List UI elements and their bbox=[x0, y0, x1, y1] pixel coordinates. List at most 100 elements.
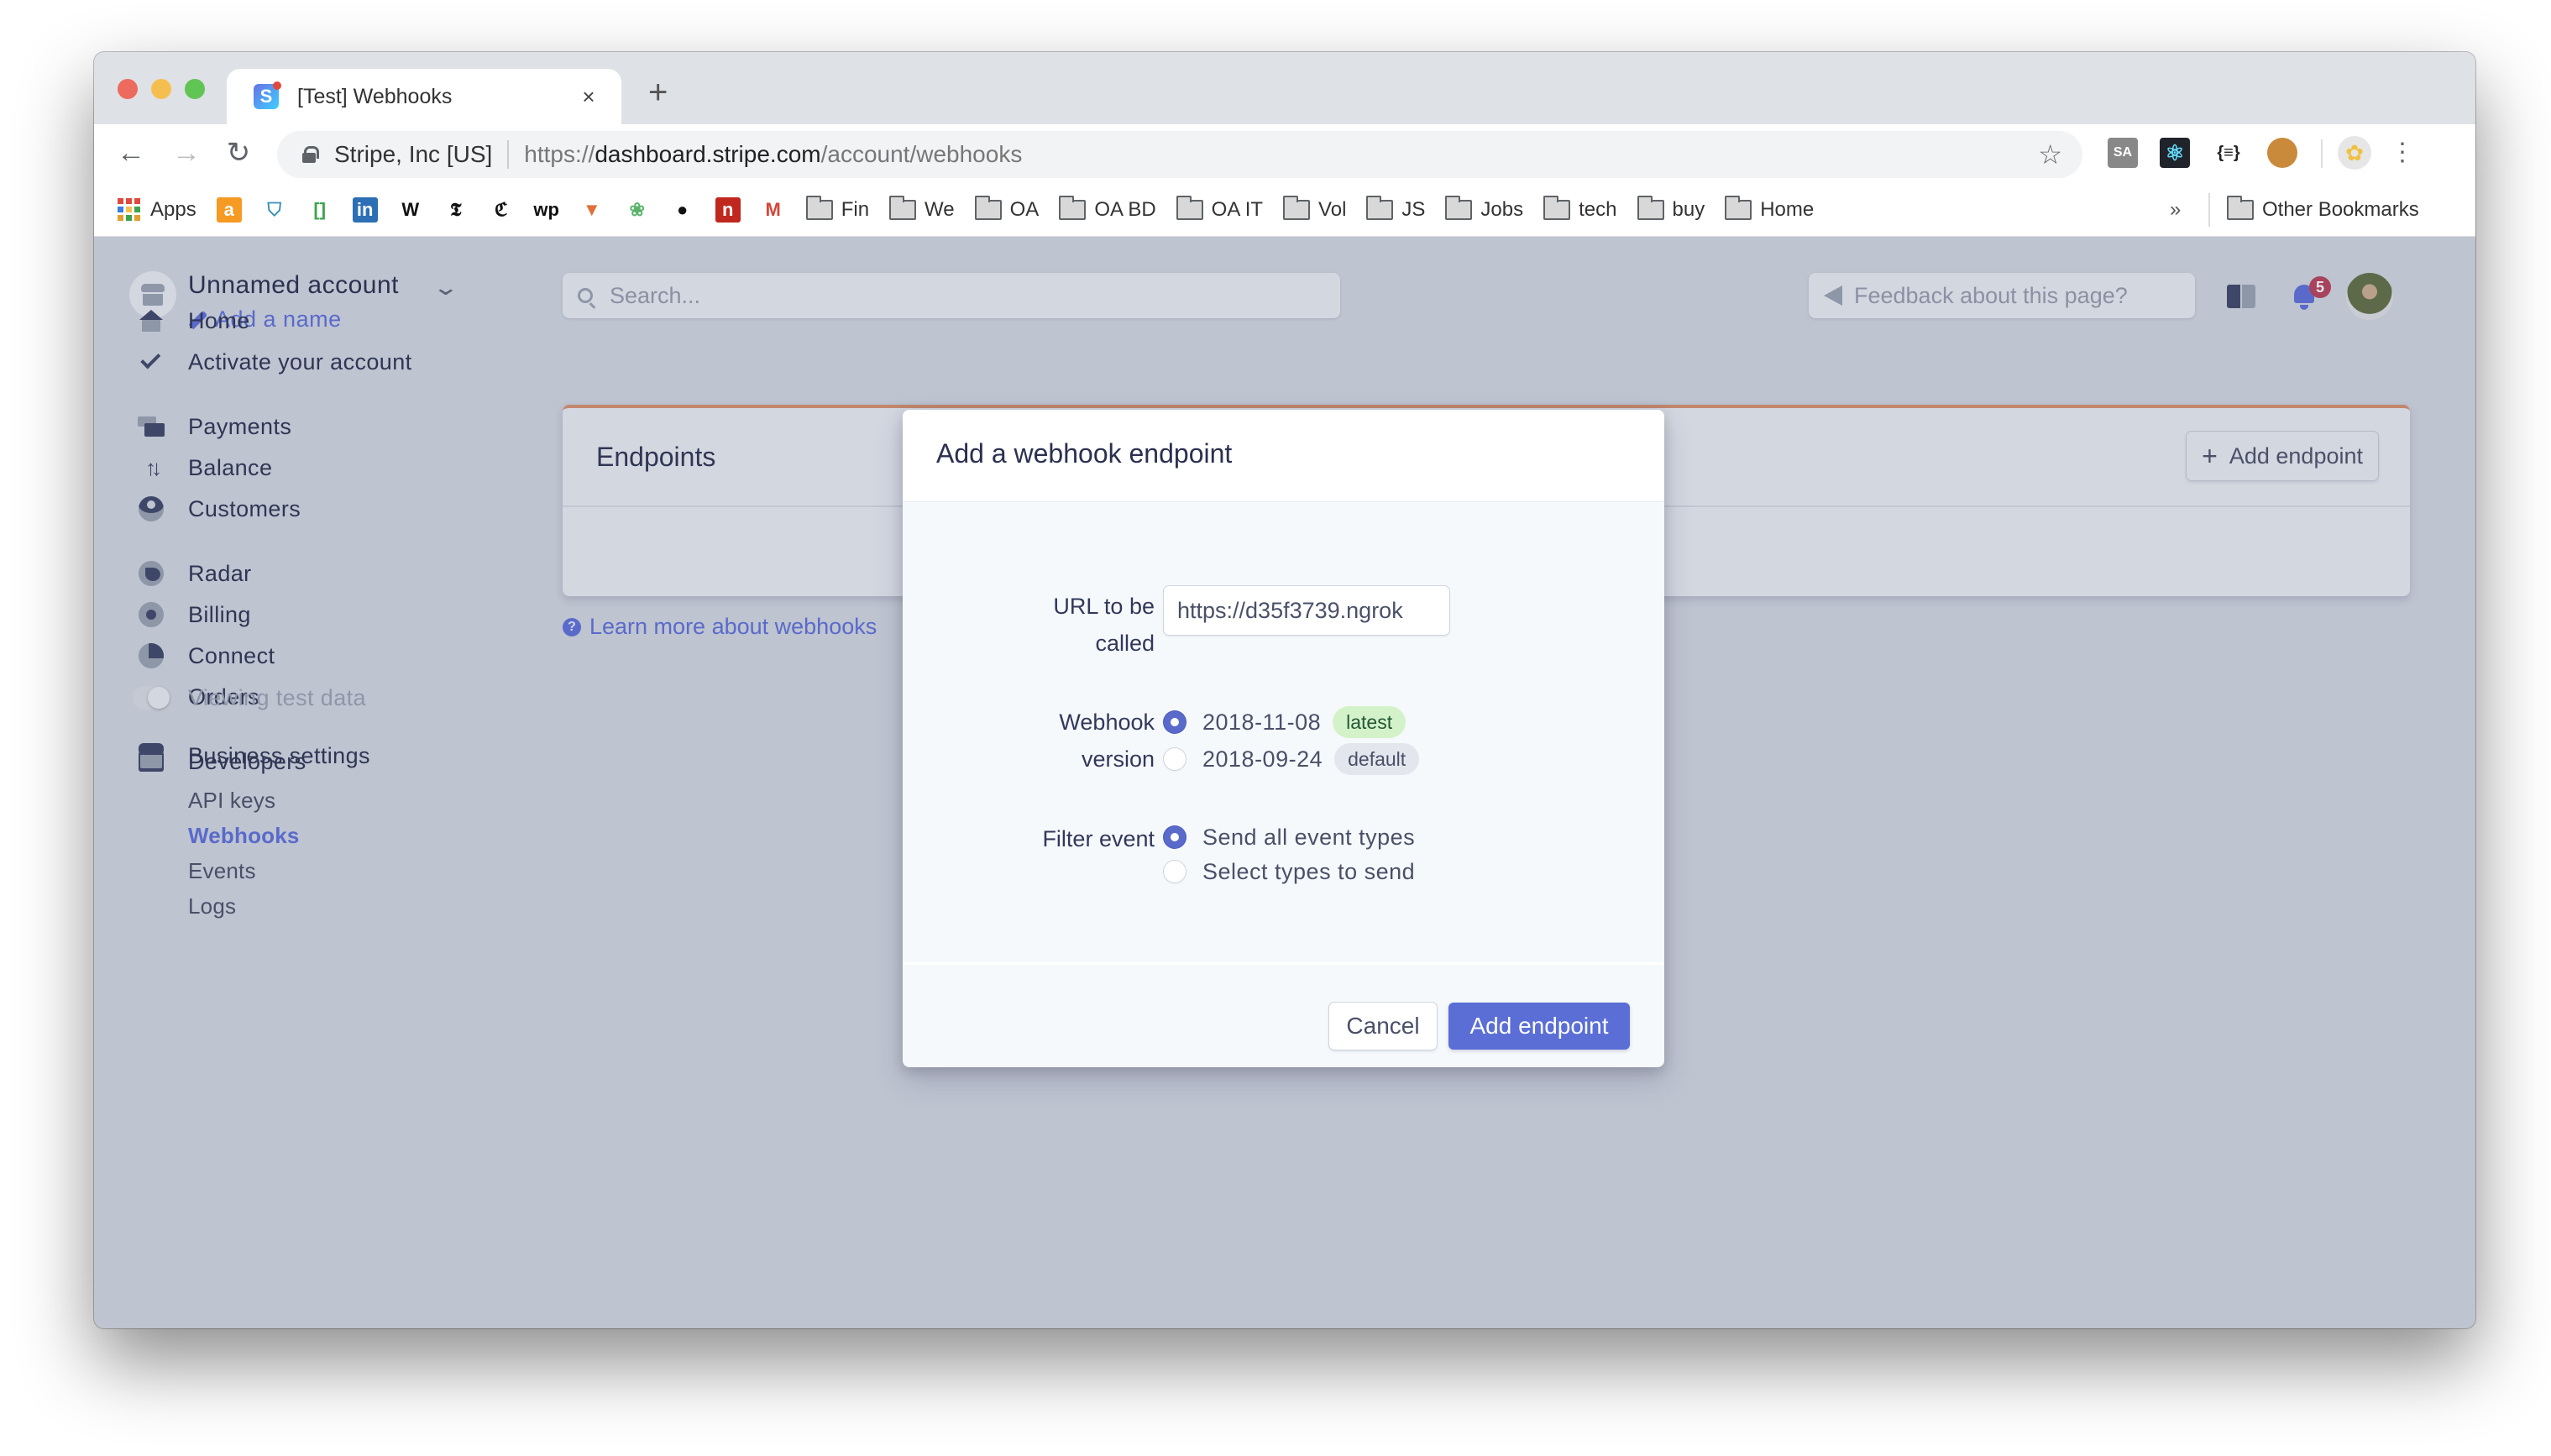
filter-radio-select[interactable] bbox=[1164, 861, 1186, 883]
bookmark-linkedin[interactable]: in bbox=[352, 196, 378, 223]
bookmark-apps[interactable]: Apps bbox=[118, 198, 196, 222]
version-option[interactable]: 2018-11-08 latest bbox=[1164, 705, 1406, 739]
bookmark-folder[interactable]: tech bbox=[1543, 195, 1617, 222]
bookmark-green-bracket[interactable]: [] bbox=[307, 197, 333, 223]
feedback-button[interactable]: Feedback about this page? bbox=[1809, 273, 2195, 318]
folder-icon bbox=[974, 195, 1002, 220]
docs-book-icon[interactable] bbox=[2227, 285, 2255, 308]
forward-arrow-icon[interactable]: → bbox=[170, 136, 203, 170]
version-radio-latest[interactable] bbox=[1164, 711, 1186, 733]
sidebar-item-connect[interactable]: Connect bbox=[94, 636, 564, 675]
bookmark-label: OA BD bbox=[1094, 197, 1156, 221]
bookmark-wikipedia[interactable]: W bbox=[398, 197, 423, 223]
sidebar-item-balance[interactable]: ↑↓ Balance bbox=[94, 448, 564, 487]
json-formatter-icon[interactable]: {≡} bbox=[2213, 138, 2244, 168]
bookmark-folder[interactable]: Fin bbox=[805, 195, 869, 222]
sidebar-item-label: Connect bbox=[188, 642, 275, 668]
bookmark-green-bee[interactable]: ❀ bbox=[625, 197, 650, 223]
version-radio-default[interactable] bbox=[1164, 748, 1186, 770]
close-window-button[interactable] bbox=[118, 79, 138, 99]
address-bar[interactable]: Stripe, Inc [US] https://dashboard.strip… bbox=[277, 131, 2082, 178]
sidebar-item-business-settings[interactable]: Business settings bbox=[94, 736, 564, 775]
stripe-dashboard: Unnamed account ⌄ Add a name Home Activat… bbox=[94, 238, 2475, 1328]
browser-menu-icon[interactable]: ⋮ bbox=[2390, 136, 2415, 170]
bookmark-folder[interactable]: OA BD bbox=[1059, 195, 1156, 222]
url-field-label: URL to be called bbox=[1053, 594, 1155, 656]
folder-icon bbox=[805, 195, 833, 220]
test-data-toggle-row[interactable]: Viewing test data bbox=[94, 678, 564, 717]
version-option[interactable]: 2018-09-24 default bbox=[1164, 742, 1420, 776]
cancel-button[interactable]: Cancel bbox=[1329, 1003, 1437, 1050]
learn-more-label: Learn more about webhooks bbox=[589, 614, 877, 639]
sidebar-item-billing[interactable]: Billing bbox=[94, 595, 564, 634]
url-path: /account/webhooks bbox=[820, 141, 1023, 167]
sa-extension-icon[interactable]: SA bbox=[2108, 138, 2138, 168]
sidebar-item-label: Radar bbox=[188, 560, 252, 586]
test-data-label: Viewing test data bbox=[188, 684, 366, 710]
sidebar-item-customers[interactable]: Customers bbox=[94, 490, 564, 528]
sidebar-item-events[interactable]: Events bbox=[94, 851, 564, 890]
bookmark-folder[interactable]: Home bbox=[1725, 195, 1815, 222]
bookmark-folder[interactable]: OA bbox=[974, 195, 1039, 222]
url-host: dashboard.stripe.com bbox=[595, 141, 821, 167]
url-input[interactable]: https://d35f3739.ngrok bbox=[1164, 586, 1449, 635]
add-endpoint-submit-button[interactable]: Add endpoint bbox=[1448, 1003, 1630, 1050]
sidebar-item-logs[interactable]: Logs bbox=[94, 887, 564, 925]
bookmark-github[interactable]: ● bbox=[670, 197, 695, 223]
bookmark-shield-deer[interactable]: ⛉ bbox=[262, 197, 287, 223]
filter-radio-all[interactable] bbox=[1164, 826, 1186, 848]
bookmark-gmail[interactable]: M bbox=[761, 197, 786, 223]
close-tab-icon[interactable]: × bbox=[576, 84, 601, 110]
bookmark-washington-post[interactable]: wp bbox=[533, 197, 559, 223]
bookmark-amazon[interactable]: a bbox=[216, 196, 242, 223]
bookmark-folder[interactable]: Jobs bbox=[1445, 195, 1523, 222]
filter-option[interactable]: Select types to send bbox=[1164, 855, 1415, 888]
add-endpoint-button[interactable]: + Add endpoint bbox=[2187, 432, 2378, 480]
bookmark-star-icon[interactable]: ☆ bbox=[2038, 139, 2062, 170]
test-data-toggle[interactable] bbox=[133, 686, 170, 710]
sidebar-item-payments[interactable]: Payments bbox=[94, 407, 564, 446]
sidebar-item-home[interactable]: Home bbox=[94, 301, 564, 340]
account-name[interactable]: Unnamed account bbox=[188, 271, 399, 300]
url-text[interactable]: https://dashboard.stripe.com/account/web… bbox=[524, 141, 1022, 168]
plus-icon: + bbox=[2202, 440, 2218, 471]
bookmark-label: Home bbox=[1760, 197, 1815, 221]
bookmark-nytimes[interactable]: 𝕿 bbox=[443, 197, 469, 223]
site-identity[interactable]: Stripe, Inc [US] bbox=[334, 141, 492, 168]
new-tab-button[interactable]: + bbox=[648, 76, 668, 109]
lock-icon[interactable] bbox=[302, 146, 319, 163]
sidebar-item-radar[interactable]: Radar bbox=[94, 554, 564, 593]
react-devtools-icon[interactable]: ⚛ bbox=[2160, 138, 2190, 168]
other-bookmarks-folder[interactable]: Other Bookmarks bbox=[2227, 195, 2419, 222]
filter-option[interactable]: Send all event types bbox=[1164, 820, 1415, 854]
chevron-down-icon[interactable]: ⌄ bbox=[432, 275, 460, 301]
bookmark-folder[interactable]: buy bbox=[1637, 195, 1705, 222]
sidebar-item-activate[interactable]: Activate your account bbox=[94, 343, 564, 381]
reload-icon[interactable]: ↻ bbox=[222, 136, 255, 170]
bookmark-orange-funnel[interactable]: ▼ bbox=[579, 197, 605, 223]
folder-icon bbox=[1059, 195, 1087, 220]
bookmark-folder[interactable]: OA IT bbox=[1176, 195, 1263, 222]
bookmark-folder[interactable]: Vol bbox=[1283, 195, 1346, 222]
sidebar-item-label: Events bbox=[188, 857, 256, 883]
browser-tab-active[interactable]: S [Test] Webhooks × bbox=[227, 69, 621, 124]
cookie-extension-icon[interactable] bbox=[2267, 138, 2297, 168]
bookmark-folder[interactable]: We bbox=[889, 195, 955, 222]
bookmark-folder[interactable]: JS bbox=[1366, 195, 1425, 222]
sidebar-item-webhooks[interactable]: Webhooks bbox=[94, 816, 564, 855]
maximize-window-button[interactable] bbox=[185, 79, 205, 99]
bookmark-chronicle[interactable]: ℭ bbox=[489, 197, 514, 223]
omnibox-separator bbox=[507, 140, 510, 169]
bookmark-red-n[interactable]: n bbox=[715, 196, 741, 223]
profile-avatar-icon[interactable]: ✿ bbox=[2338, 136, 2371, 170]
back-arrow-icon[interactable]: ← bbox=[114, 136, 148, 170]
sidebar-item-api-keys[interactable]: API keys bbox=[94, 781, 564, 820]
search-input[interactable]: Search... bbox=[563, 273, 1340, 318]
minimize-window-button[interactable] bbox=[151, 79, 171, 99]
webhook-version-label: Webhook version bbox=[1059, 710, 1155, 772]
modal-footer-divider bbox=[903, 962, 1664, 965]
more-bookmarks-chevron-icon[interactable]: » bbox=[2170, 198, 2181, 222]
learn-more-link[interactable]: ? Learn more about webhooks bbox=[563, 614, 877, 640]
user-avatar[interactable] bbox=[2346, 273, 2393, 320]
sidebar-item-label: Billing bbox=[188, 601, 251, 627]
